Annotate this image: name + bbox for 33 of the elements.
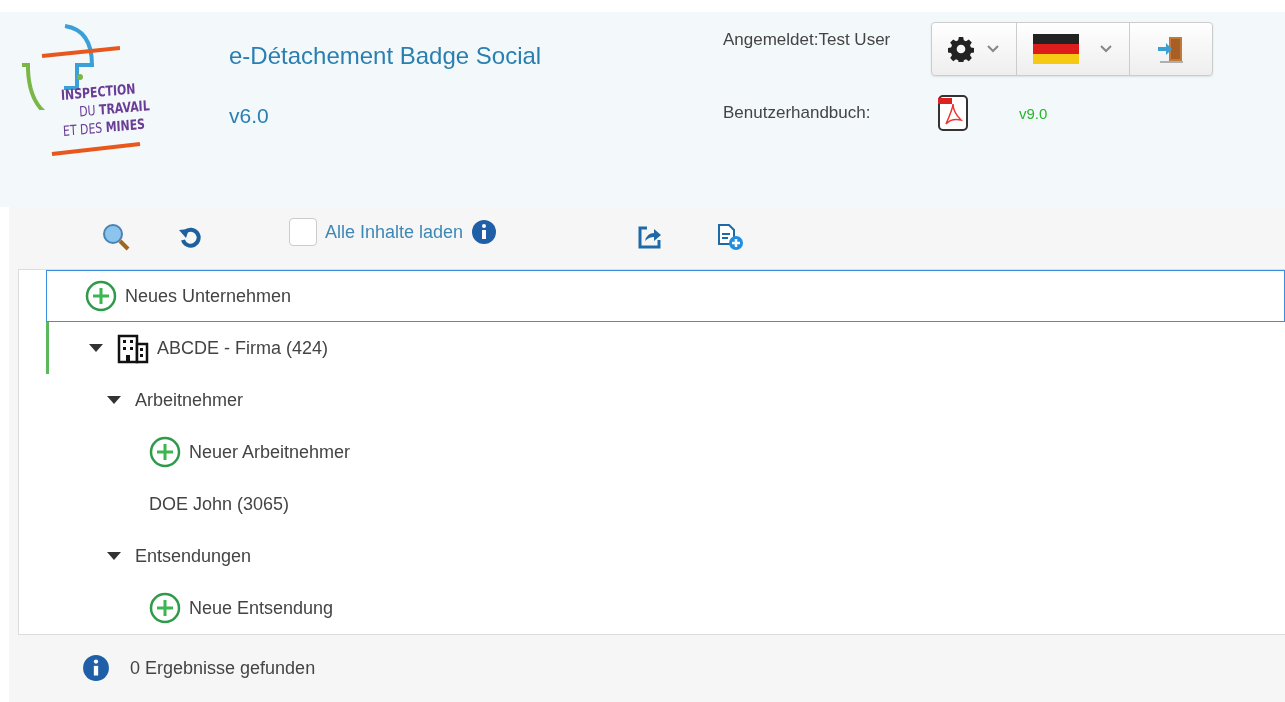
door-exit-icon: [1156, 34, 1186, 64]
status-message: 0 Ergebnisse gefunden: [130, 657, 316, 679]
search-icon[interactable]: [101, 222, 131, 252]
info-icon[interactable]: [471, 219, 498, 245]
tree-item[interactable]: ABCDE - Firma (424): [46, 322, 1285, 374]
info-icon: [82, 654, 110, 682]
plus-circle-icon: [149, 592, 181, 624]
add-document-icon[interactable]: [715, 222, 746, 252]
caret-icon[interactable]: [107, 551, 121, 561]
settings-icon: [948, 36, 974, 62]
load-all-label[interactable]: Alle Inhalte laden: [325, 221, 464, 243]
german-flag-icon: [1033, 34, 1079, 64]
plus-circle-icon: [85, 280, 117, 312]
load-all-checkbox[interactable]: [289, 218, 317, 246]
tree-item[interactable]: DOE John (3065): [19, 478, 1285, 530]
logo-underline-icon: [50, 142, 142, 156]
chevron-down-icon: [1099, 44, 1113, 54]
plus-circle-icon: [149, 436, 181, 468]
tree-item[interactable]: Entsendungen: [19, 530, 1285, 582]
app-version: v6.0: [229, 104, 270, 128]
chevron-down-icon: [986, 44, 1000, 54]
caret-icon[interactable]: [107, 395, 121, 405]
manual-label: Benutzerhandbuch:: [723, 103, 872, 123]
tree-item[interactable]: Arbeitnehmer: [19, 374, 1285, 426]
caret-icon[interactable]: [89, 343, 103, 353]
app-title: e-Détachement Badge Social: [229, 42, 543, 70]
add-tree-item[interactable]: Neue Entsendung: [19, 582, 1285, 634]
building-icon: [117, 332, 149, 364]
logged-in-user: Angemeldet:Test User: [723, 30, 892, 50]
add-tree-item[interactable]: Neues Unternehmen: [46, 270, 1285, 322]
export-icon[interactable]: [637, 224, 664, 250]
add-tree-item[interactable]: Neuer Arbeitnehmer: [19, 426, 1285, 478]
pdf-file-icon[interactable]: [937, 94, 969, 132]
